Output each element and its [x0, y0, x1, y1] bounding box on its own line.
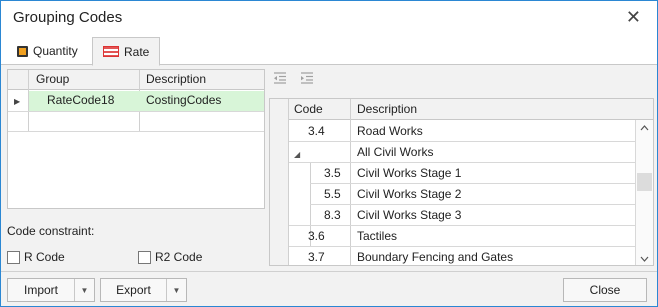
- description-cell[interactable]: Civil Works Stage 1: [357, 163, 627, 184]
- column-header-description[interactable]: Description: [357, 99, 627, 120]
- group-grid[interactable]: Group Description ▶ RateCode18 CostingCo…: [7, 69, 265, 209]
- close-icon[interactable]: ✕: [626, 7, 641, 28]
- code-tree-grid[interactable]: Code Description 3.4 Road Works ◢ All Ci…: [269, 98, 654, 266]
- description-cell[interactable]: All Civil Works: [357, 142, 627, 163]
- code-cell[interactable]: 3.7: [308, 247, 348, 265]
- close-button[interactable]: Close: [563, 278, 647, 302]
- outdent-icon[interactable]: [273, 72, 289, 86]
- dialog-title: Grouping Codes: [13, 9, 123, 26]
- export-dropdown-icon[interactable]: ▼: [166, 279, 186, 301]
- code-cell[interactable]: [308, 142, 348, 163]
- import-button-label: Import: [23, 283, 58, 297]
- code-cell[interactable]: 5.5: [324, 184, 350, 205]
- description-cell[interactable]: CostingCodes: [140, 91, 264, 111]
- row-indicator-icon: ▶: [14, 97, 21, 106]
- description-cell[interactable]: Civil Works Stage 3: [357, 205, 627, 226]
- collapse-icon[interactable]: ◢: [294, 150, 300, 159]
- tab-quantity[interactable]: Quantity: [7, 37, 88, 65]
- r-code-label: R Code: [24, 250, 65, 264]
- tab-strip: Quantity Rate: [1, 35, 657, 66]
- code-constraint-label: Code constraint:: [7, 224, 95, 238]
- grouping-codes-dialog: Grouping Codes ✕ Quantity Rate Group Des…: [0, 0, 658, 307]
- new-description-cell[interactable]: [140, 112, 264, 132]
- new-group-cell[interactable]: [41, 112, 139, 132]
- button-bar: Import ▼ Export ▼ Close: [1, 271, 657, 306]
- tab-rate[interactable]: Rate: [92, 37, 161, 66]
- checkbox-box[interactable]: [7, 250, 20, 264]
- rate-icon: [103, 46, 119, 57]
- group-cell[interactable]: RateCode18: [41, 91, 139, 111]
- r2-code-checkbox[interactable]: R2 Code: [138, 250, 202, 264]
- scrollbar-thumb[interactable]: [637, 173, 652, 191]
- code-cell[interactable]: 3.6: [308, 226, 348, 247]
- close-button-label: Close: [589, 283, 621, 297]
- quantity-icon: [17, 45, 28, 57]
- checkbox-box[interactable]: [138, 250, 151, 264]
- description-cell[interactable]: Civil Works Stage 2: [357, 184, 627, 205]
- indent-icon[interactable]: [300, 72, 316, 86]
- vertical-scrollbar[interactable]: [635, 120, 653, 265]
- tab-quantity-label: Quantity: [33, 44, 78, 58]
- description-cell[interactable]: Road Works: [357, 121, 627, 142]
- group-grid-header: Group Description: [8, 70, 264, 90]
- scroll-down-icon[interactable]: [640, 254, 649, 264]
- column-header-code[interactable]: Code: [294, 99, 349, 120]
- export-button[interactable]: Export ▼: [100, 278, 187, 302]
- code-cell[interactable]: 3.4: [308, 121, 348, 142]
- row-indicator-column: [270, 99, 289, 265]
- description-cell[interactable]: Boundary Fencing and Gates: [357, 247, 627, 265]
- code-grid-header: Code Description: [270, 99, 653, 120]
- r2-code-label: R2 Code: [155, 250, 203, 264]
- code-cell[interactable]: 8.3: [324, 205, 350, 226]
- title-bar: Grouping Codes ✕: [1, 1, 657, 35]
- scroll-up-icon[interactable]: [640, 123, 649, 133]
- import-button[interactable]: Import ▼: [7, 278, 95, 302]
- row-divider: [8, 131, 264, 132]
- tab-rate-label: Rate: [124, 44, 150, 59]
- description-cell[interactable]: Tactiles: [357, 226, 627, 247]
- import-dropdown-icon[interactable]: ▼: [74, 279, 94, 301]
- r-code-checkbox[interactable]: R Code: [7, 250, 65, 264]
- code-cell[interactable]: 3.5: [324, 163, 350, 184]
- column-header-description[interactable]: Description: [140, 70, 264, 90]
- column-header-group[interactable]: Group: [30, 70, 140, 90]
- export-button-label: Export: [116, 283, 151, 297]
